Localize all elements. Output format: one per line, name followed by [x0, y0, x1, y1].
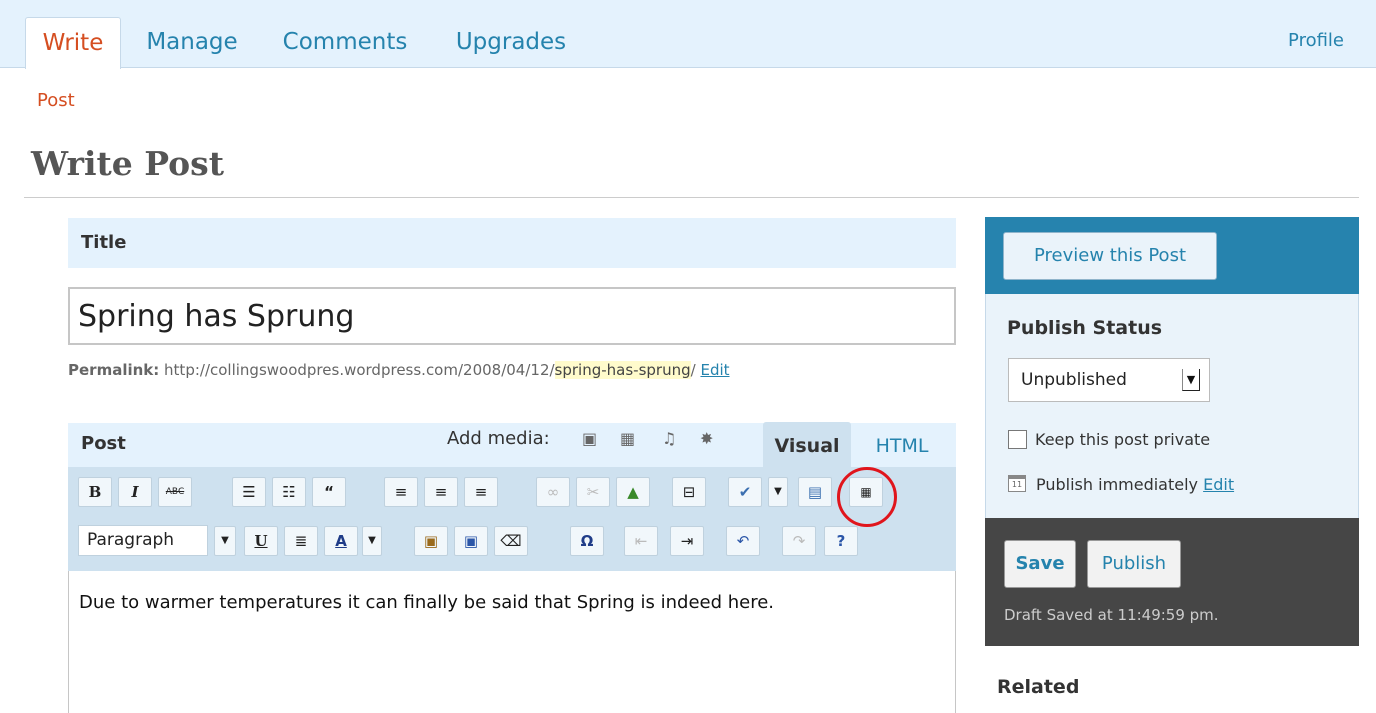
status-select[interactable]: Unpublished [1008, 358, 1210, 402]
private-label: Keep this post private [1035, 430, 1211, 449]
tab-comments[interactable]: Comments [262, 17, 428, 69]
tab-manage[interactable]: Manage [130, 17, 254, 69]
subnav-post[interactable]: Post [37, 90, 75, 111]
redo-icon[interactable]: ↷ [782, 526, 816, 556]
preview-post-button[interactable]: Preview this Post [1003, 232, 1217, 280]
bullet-list-icon[interactable]: ☰ [232, 477, 266, 507]
align-center-icon[interactable]: ≡ [424, 477, 458, 507]
italic-button[interactable]: I [118, 477, 152, 507]
add-audio-icon[interactable]: ♫ [662, 429, 676, 448]
insert-image-icon[interactable]: ▲ [616, 477, 650, 507]
indent-icon[interactable]: ⇥ [670, 526, 704, 556]
numbered-list-icon[interactable]: ☷ [272, 477, 306, 507]
fullscreen-icon[interactable]: ▤ [798, 477, 832, 507]
align-left-icon[interactable]: ≡ [384, 477, 418, 507]
permalink: Permalink: http://collingswoodpres.wordp… [68, 361, 730, 379]
outdent-icon[interactable]: ⇤ [624, 526, 658, 556]
align-right-icon[interactable]: ≡ [464, 477, 498, 507]
special-character-icon[interactable]: Ω [570, 526, 604, 556]
strikethrough-button[interactable]: ABC [158, 477, 192, 507]
post-title-input[interactable] [68, 287, 956, 345]
publish-time-label: Publish immediately [1036, 475, 1199, 494]
tab-write[interactable]: Write [25, 17, 121, 69]
publish-button[interactable]: Publish [1087, 540, 1181, 588]
bold-button[interactable]: B [78, 477, 112, 507]
highlight-circle-annotation [837, 467, 897, 527]
post-content[interactable]: Due to warmer temperatures it can finall… [79, 592, 774, 613]
justify-icon[interactable]: ≣ [284, 526, 318, 556]
permalink-label: Permalink: [68, 361, 160, 379]
add-media-icon[interactable]: ✸ [700, 429, 713, 448]
title-section-heading: Title [68, 218, 956, 268]
paste-word-icon[interactable]: ▣ [454, 526, 488, 556]
text-color-dropdown-icon[interactable]: ▼ [362, 526, 382, 556]
publish-time-edit-link[interactable]: Edit [1203, 475, 1234, 494]
format-dropdown-icon[interactable]: ▼ [214, 526, 236, 556]
publish-time: Publish immediately Edit [1036, 475, 1234, 494]
chevron-down-icon[interactable]: ▼ [1182, 369, 1200, 391]
add-image-icon[interactable]: ▣ [582, 429, 597, 448]
tab-upgrades[interactable]: Upgrades [436, 17, 586, 69]
add-video-icon[interactable]: ▦ [620, 429, 635, 448]
tab-visual[interactable]: Visual [763, 422, 851, 467]
spellcheck-dropdown-icon[interactable]: ▼ [768, 477, 788, 507]
permalink-edit-link[interactable]: Edit [700, 361, 729, 379]
clear-formatting-icon[interactable]: ⌫ [494, 526, 528, 556]
page-title: Write Post [31, 144, 224, 183]
permalink-slug[interactable]: spring-has-sprung [554, 361, 691, 379]
blockquote-icon[interactable]: “ [312, 477, 346, 507]
underline-button[interactable]: U [244, 526, 278, 556]
paste-text-icon[interactable]: ▣ [414, 526, 448, 556]
admin-menu: Write Manage Comments Upgrades Profile [0, 0, 1376, 69]
publish-status-heading: Publish Status [1007, 317, 1163, 339]
unlink-icon[interactable]: ✂ [576, 477, 610, 507]
more-tag-icon[interactable]: ⊟ [672, 477, 706, 507]
draft-saved-status: Draft Saved at 11:49:59 pm. [1004, 606, 1219, 624]
permalink-trail: / [690, 361, 696, 379]
format-select[interactable]: Paragraph [78, 525, 208, 556]
calendar-icon: 11 [1008, 475, 1026, 492]
profile-link[interactable]: Profile [1288, 30, 1344, 51]
divider [24, 197, 1359, 198]
add-media-label: Add media: [447, 428, 550, 449]
private-checkbox[interactable] [1008, 430, 1027, 449]
spellcheck-icon[interactable]: ✔ [728, 477, 762, 507]
save-button[interactable]: Save [1004, 540, 1076, 588]
undo-icon[interactable]: ↶ [726, 526, 760, 556]
related-heading: Related [997, 676, 1080, 698]
help-icon[interactable]: ? [824, 526, 858, 556]
permalink-base-url: http://collingswoodpres.wordpress.com/20… [164, 361, 555, 379]
tab-html[interactable]: HTML [860, 422, 944, 467]
link-icon[interactable]: ∞ [536, 477, 570, 507]
text-color-icon[interactable]: A [324, 526, 358, 556]
